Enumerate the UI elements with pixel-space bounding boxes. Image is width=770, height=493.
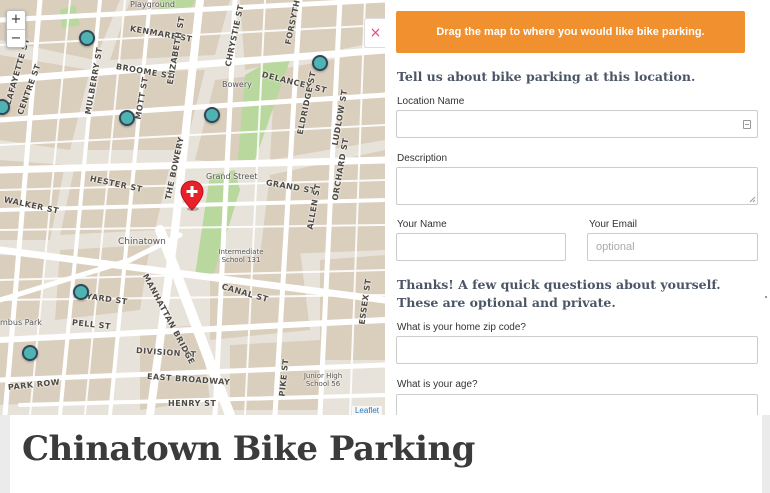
bike-parking-marker[interactable] bbox=[312, 55, 328, 71]
your-name-label: Your Name bbox=[397, 219, 447, 230]
scrollbar-thumb[interactable] bbox=[765, 296, 767, 298]
report-form-panel: Drag the map to where you would like bik… bbox=[385, 0, 770, 415]
resize-handle-icon[interactable] bbox=[749, 196, 756, 203]
zoom-in-button[interactable]: + bbox=[7, 11, 25, 29]
place-label-bowery: Bowery bbox=[222, 80, 252, 89]
zip-code-label: What is your home zip code? bbox=[397, 322, 526, 333]
bike-parking-marker[interactable] bbox=[73, 284, 89, 300]
section-heading-about-you: Thanks! A few quick questions about your… bbox=[397, 277, 721, 310]
email-placeholder: optional bbox=[596, 241, 635, 253]
bike-parking-marker[interactable] bbox=[119, 110, 135, 126]
description-label: Description bbox=[397, 153, 448, 164]
close-icon: × bbox=[369, 25, 382, 41]
zip-code-input[interactable] bbox=[396, 336, 758, 364]
title-card: Chinatown Bike Parking bbox=[10, 415, 762, 493]
zoom-control: + − bbox=[6, 10, 26, 48]
close-panel-button[interactable]: × bbox=[364, 18, 386, 48]
description-textarea[interactable] bbox=[396, 167, 758, 205]
street-label: HENRY ST bbox=[168, 399, 217, 408]
drag-instruction-banner: Drag the map to where you would like bik… bbox=[396, 11, 745, 53]
age-select[interactable] bbox=[396, 394, 758, 415]
bike-parking-marker[interactable] bbox=[79, 30, 95, 46]
place-label-chinatown: Chinatown bbox=[118, 237, 166, 247]
your-name-input[interactable] bbox=[396, 233, 566, 261]
section-heading-location: Tell us about bike parking at this locat… bbox=[397, 69, 696, 84]
bike-parking-marker[interactable] bbox=[22, 345, 38, 361]
place-label-junior-high: Junior High School 56 bbox=[303, 372, 343, 388]
place-label-columbus-park: mbus Park bbox=[0, 318, 42, 327]
zoom-out-button[interactable]: − bbox=[7, 29, 25, 47]
place-label-school: Intermediate School 131 bbox=[218, 248, 264, 264]
map[interactable]: KENMARE ST BROOME ST GRAND ST HESTER ST … bbox=[0, 0, 385, 415]
title-bar: Chinatown Bike Parking bbox=[0, 415, 770, 493]
your-email-input[interactable]: optional bbox=[587, 233, 758, 261]
location-pin-icon[interactable] bbox=[180, 180, 204, 212]
place-label-playground: Playground bbox=[130, 0, 175, 9]
location-name-input[interactable] bbox=[396, 110, 758, 138]
bike-parking-marker[interactable] bbox=[204, 107, 220, 123]
place-label-grand-street: Grand Street bbox=[206, 172, 258, 181]
your-email-label: Your Email bbox=[589, 219, 637, 230]
contact-card-icon bbox=[743, 120, 751, 129]
age-label: What is your age? bbox=[397, 379, 478, 390]
location-name-label: Location Name bbox=[397, 96, 465, 107]
map-attribution-link[interactable]: Leaflet bbox=[351, 406, 382, 415]
page-title: Chinatown Bike Parking bbox=[22, 429, 475, 469]
